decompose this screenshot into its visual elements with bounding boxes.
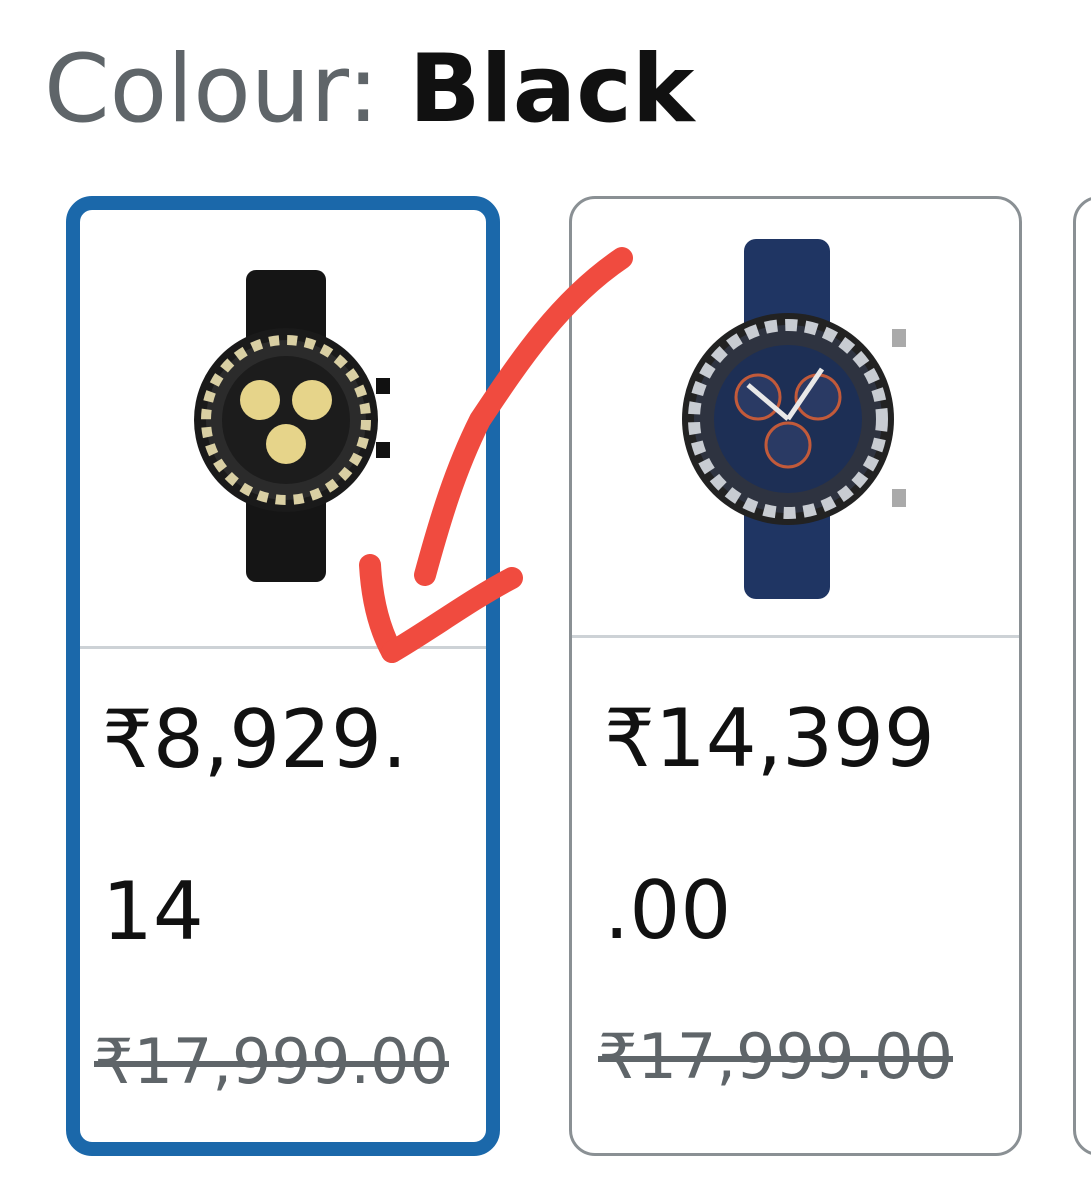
swatch-price: ₹8,929. 14 bbox=[102, 688, 472, 964]
colour-swatch-black[interactable]: ₹8,929. 14 ₹17,999.00 bbox=[66, 196, 500, 1156]
swatch-price: ₹14,399 .00 bbox=[604, 687, 994, 963]
price-line-2: .00 bbox=[604, 864, 732, 957]
watch-image-blue bbox=[572, 199, 1019, 635]
colour-label: Colour: bbox=[44, 35, 409, 144]
swatch-divider bbox=[80, 646, 486, 649]
swatch-mrp: ₹17,999.00 bbox=[94, 1025, 449, 1098]
price-line-2: 14 bbox=[102, 865, 204, 958]
price-line-1: ₹14,399 bbox=[604, 692, 935, 785]
watch-image-black bbox=[80, 210, 486, 646]
swatch-mrp: ₹17,999.00 bbox=[598, 1020, 953, 1093]
swatch-divider bbox=[572, 635, 1019, 638]
price-line-1: ₹8,929. bbox=[102, 693, 408, 786]
colour-selector-heading: Colour: Black bbox=[44, 30, 694, 150]
colour-swatch-blue[interactable]: ₹14,399 .00 ₹17,999.00 bbox=[569, 196, 1022, 1156]
selected-colour-value: Black bbox=[408, 35, 695, 144]
colour-swatch-partial[interactable] bbox=[1073, 196, 1091, 1156]
